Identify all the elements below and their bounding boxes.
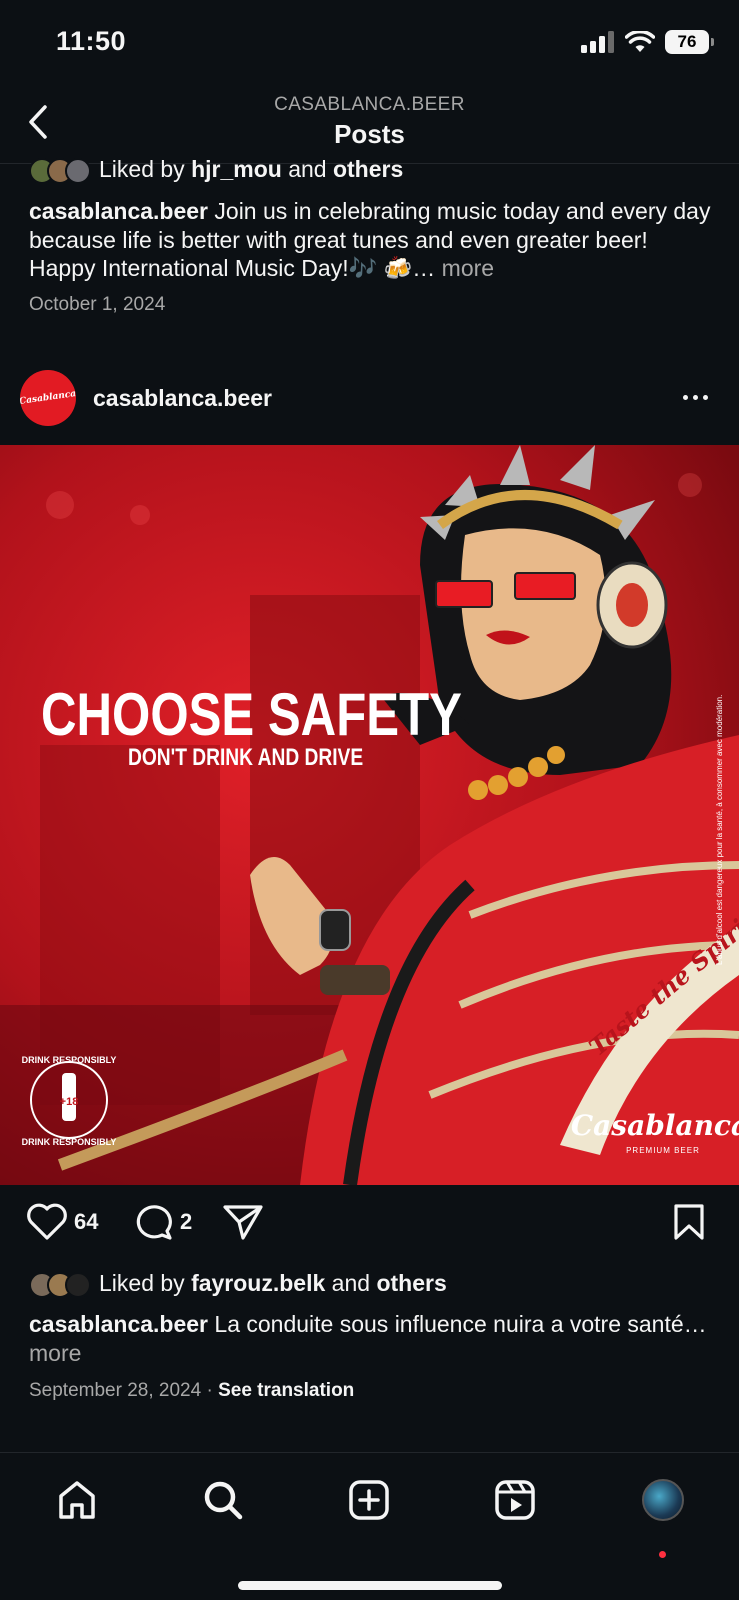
tab-search[interactable] [198,1475,248,1525]
post-header: Casablanca casablanca.beer [0,370,739,426]
badge-age: +18 [60,1096,79,1108]
comment-icon[interactable] [134,1203,174,1241]
liked-by-user[interactable]: hjr_mou [191,156,282,182]
profile-avatar [642,1479,684,1521]
liker-avatars [29,1271,91,1298]
liked-by-others[interactable]: others [376,1270,446,1296]
save-action[interactable] [672,1203,706,1241]
more-link[interactable]: more [29,1340,81,1366]
bottom-tab-bar [0,1452,739,1600]
account-name: CASABLANCA.BEER [274,94,465,115]
liker-avatar [65,157,91,184]
badge-top-text: DRINK RESPONSIBLY [22,1055,117,1065]
post-caption: casablanca.beer Join us in celebrating m… [29,197,719,283]
liked-by-others[interactable]: others [333,156,403,182]
home-icon [59,1481,95,1519]
notification-dot [659,1551,666,1558]
wifi-icon [625,31,655,52]
liker-avatar [65,1271,91,1298]
cellular-signal-icon [581,31,614,53]
home-indicator[interactable] [238,1581,502,1590]
liked-by-and: and [288,156,327,182]
caption-username[interactable]: casablanca.beer [29,198,208,224]
heart-icon[interactable] [26,1203,68,1241]
liked-by-line[interactable]: Liked by hjr_mou and others [29,156,403,186]
status-icons: 76 [581,30,714,54]
liker-avatars [29,157,91,184]
liked-by-line[interactable]: Liked by fayrouz.belk and others [29,1270,447,1298]
post-caption: casablanca.beer La conduite sous influen… [29,1310,719,1368]
dot-icon [702,394,708,400]
comments-count[interactable]: 2 [180,1209,192,1235]
search-icon [204,1481,243,1520]
liked-by-and: and [331,1270,371,1296]
more-options-button[interactable] [677,382,713,412]
tab-reels[interactable] [490,1475,540,1525]
post-image[interactable]: Taste the Spirit o CHOOSE SAFETY DON'T D… [0,445,739,1185]
dot-icon [692,394,698,400]
date-separator: · [206,1380,213,1401]
battery-indicator: 76 [665,30,714,54]
like-action[interactable]: 64 [26,1203,98,1241]
page-title: Posts [334,119,405,149]
post-avatar[interactable]: Casablanca [20,370,76,426]
reels-icon [495,1480,535,1520]
create-icon [349,1480,389,1520]
post-illustration: Taste the Spirit o CHOOSE SAFETY DON'T D… [0,445,739,1185]
avatar-logo-text: Casablanca [20,389,76,407]
tab-create[interactable] [344,1475,394,1525]
post-date: October 1, 2024 [29,294,166,315]
share-icon[interactable] [222,1203,264,1241]
post-date: September 28, 2024 [29,1380,202,1401]
bookmark-icon[interactable] [672,1203,706,1241]
brand-sub-text: PREMIUM BEER [626,1146,700,1155]
liked-by-label: Liked by [99,156,185,182]
image-subheadline: DON'T DRINK AND DRIVE [128,743,363,771]
legal-side-text: L'abus d'alcool est dangereux pour la sa… [715,695,724,965]
likes-count[interactable]: 64 [74,1209,98,1235]
share-action[interactable] [222,1203,264,1241]
post-actions: 64 2 [0,1203,739,1253]
comment-action[interactable]: 2 [134,1203,192,1241]
caption-username[interactable]: casablanca.beer [29,1311,208,1337]
see-translation-link[interactable]: See translation [218,1380,354,1401]
status-time: 11:50 [56,26,127,56]
tab-home[interactable] [52,1475,102,1525]
liked-by-label: Liked by [99,1270,185,1296]
brand-logo-text: Casablanca [571,1109,739,1142]
post-username[interactable]: casablanca.beer [93,385,272,412]
nav-header: CASABLANCA.BEER Posts [0,88,739,164]
more-link[interactable]: more [442,255,494,281]
tab-profile[interactable] [638,1475,688,1525]
dot-icon [682,394,688,400]
badge-bottom-text: DRINK RESPONSIBLY [22,1137,117,1147]
post-date-line: September 28, 2024 · See translation [29,1380,354,1402]
caption-text: La conduite sous influence nuira a votre… [214,1311,707,1337]
status-bar: 11:50 76 [0,0,739,88]
liked-by-user[interactable]: fayrouz.belk [191,1270,325,1296]
image-headline: CHOOSE SAFETY [41,680,462,748]
